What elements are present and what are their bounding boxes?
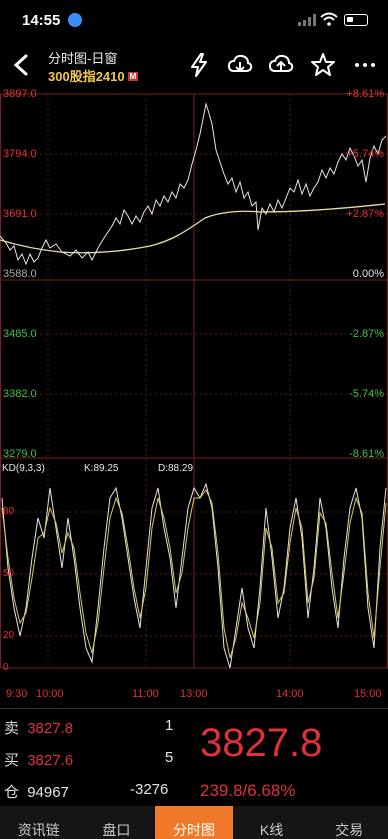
last-price: 3827.8 — [200, 721, 323, 765]
tab-order-book[interactable]: 盘口 — [78, 806, 156, 839]
price-label: 3691.0 — [3, 208, 37, 220]
kd-level-label: 80 — [3, 506, 15, 517]
price-label: 3382.0 — [3, 388, 37, 400]
price-line — [0, 102, 387, 266]
price-label: 3794.0 — [3, 148, 37, 160]
position-row: 仓 94967 — [4, 781, 69, 802]
sell-price: 3827.8 — [27, 720, 74, 737]
price-label: 3588.0 — [3, 268, 37, 280]
star-icon[interactable] — [310, 52, 336, 78]
position-label: 仓 — [4, 784, 20, 801]
sell-label: 卖 — [4, 720, 20, 737]
lightning-icon[interactable] — [186, 52, 212, 78]
kd-level-label: 50 — [3, 568, 15, 579]
kd-indicator-label[interactable]: KD(9,3,3) — [2, 463, 45, 474]
back-icon[interactable] — [12, 54, 32, 76]
percent-label: +2.87% — [346, 208, 384, 220]
buy-label: 买 — [4, 752, 20, 769]
more-icon[interactable] — [352, 52, 378, 78]
price-label: 3897.0 — [3, 88, 37, 100]
price-label: 3485.0 — [3, 328, 37, 340]
bottom-tab-bar: 资讯链 盘口 分时图 K线 交易 — [0, 806, 388, 839]
average-price-line — [0, 203, 386, 254]
kd-level-label: 20 — [3, 630, 15, 641]
sell-row[interactable]: 卖 3827.8 — [4, 717, 73, 738]
intraday-chart[interactable]: 3897.0 3794.0 3691.0 3588.0 3485.0 3382.… — [0, 88, 388, 708]
tab-news[interactable]: 资讯链 — [0, 806, 78, 839]
kd-d-value: D:88.29 — [158, 463, 194, 474]
quote-panel: 卖 3827.8 1 买 3827.6 5 仓 94967 -3276 3827… — [0, 708, 388, 806]
location-icon — [68, 13, 82, 27]
time-label: 14:00 — [276, 688, 304, 700]
page-title: 分时图-日窗 — [48, 51, 118, 66]
header: 分时图-日窗 300股指2410 M — [0, 42, 388, 88]
buy-price: 3827.6 — [27, 752, 74, 769]
battery-icon — [344, 14, 368, 26]
main-contract-badge: M — [127, 72, 139, 81]
cloud-download-icon[interactable] — [227, 52, 253, 78]
percent-label: -5.74% — [349, 388, 384, 400]
percent-label: +5.74% — [346, 148, 384, 160]
sell-qty: 1 — [165, 717, 174, 734]
tab-kline[interactable]: K线 — [233, 806, 311, 839]
position-change: -3276 — [130, 781, 169, 798]
time-label: 11:00 — [132, 688, 159, 700]
time-label: 10:00 — [36, 688, 64, 700]
kd-level-label: 0 — [3, 662, 9, 673]
cloud-sync-icon[interactable] — [268, 52, 294, 78]
percent-label: 0.00% — [352, 268, 384, 280]
time-label: 15:00 — [354, 688, 382, 700]
buy-row[interactable]: 买 3827.6 — [4, 749, 73, 770]
position-value: 94967 — [27, 784, 69, 801]
percent-label: -2.87% — [349, 328, 384, 340]
chart-canvas — [0, 93, 388, 669]
time-label: 9:30 — [6, 688, 28, 700]
buy-qty: 5 — [165, 749, 174, 766]
status-time: 14:55 — [22, 12, 61, 29]
status-bar: 14:55 — [0, 0, 388, 40]
wifi-icon — [320, 12, 338, 26]
tab-trade[interactable]: 交易 — [310, 806, 388, 839]
price-label: 3279.0 — [3, 448, 37, 460]
time-label: 13:00 — [180, 688, 208, 700]
percent-label: -8.61% — [349, 448, 384, 460]
contract-label: 300股指2410 — [48, 69, 125, 84]
percent-label: +8.61% — [346, 88, 384, 100]
tab-intraday[interactable]: 分时图 — [155, 806, 233, 839]
price-change: 239.8/6.68% — [200, 781, 296, 800]
signal-icon — [298, 14, 316, 26]
contract-name: 300股指2410 M — [48, 66, 139, 85]
kd-k-value: K:89.25 — [84, 463, 119, 474]
